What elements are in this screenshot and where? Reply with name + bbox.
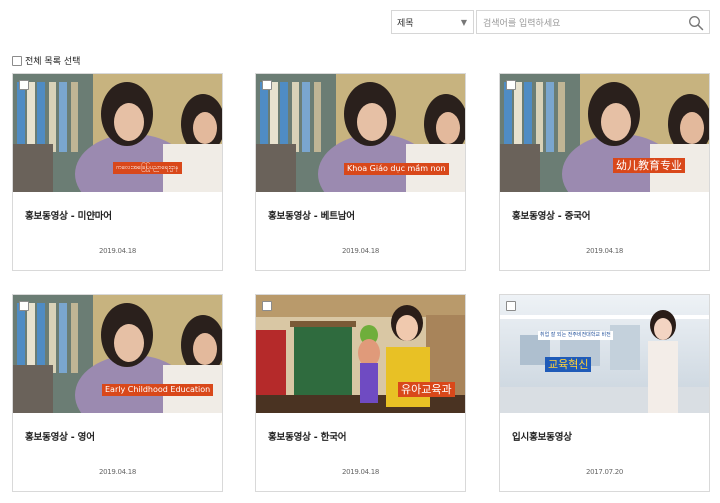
video-thumbnail[interactable]: ကလေးအခြေပြုပညာရေးဌာန <box>13 74 222 192</box>
video-card[interactable]: Early Childhood Education 홍보동영상 - 영어 201… <box>12 294 223 492</box>
item-checkbox[interactable] <box>506 301 516 311</box>
video-caption: ကလေးအခြေပြုပညာရေးဌာန <box>113 162 182 174</box>
checkbox-icon[interactable] <box>12 55 22 66</box>
video-thumbnail[interactable]: 幼儿教育专业 <box>500 74 709 192</box>
item-checkbox[interactable] <box>19 80 29 90</box>
video-caption: Khoa Giáo dục mầm non <box>344 163 449 175</box>
item-checkbox[interactable] <box>262 80 272 90</box>
video-caption: 교육혁신 <box>545 357 592 372</box>
item-checkbox[interactable] <box>506 80 516 90</box>
item-checkbox[interactable] <box>262 301 272 311</box>
card-title[interactable]: 입시홍보동영상 <box>512 429 572 443</box>
card-title[interactable]: 홍보동영상 - 베트남어 <box>268 208 355 222</box>
select-all-label: 전체 목록 선택 <box>25 57 81 67</box>
search-icon[interactable] <box>688 15 704 31</box>
card-title[interactable]: 홍보동영상 - 미얀마어 <box>25 208 112 222</box>
video-thumbnail[interactable]: Khoa Giáo dục mầm non <box>256 74 465 192</box>
video-card[interactable]: 幼儿教育专业 홍보동영상 - 중국어 2019.04.18 <box>499 73 710 271</box>
item-checkbox[interactable] <box>19 301 29 311</box>
video-card[interactable]: 유아교육과 홍보동영상 - 한국어 2019.04.18 <box>255 294 466 492</box>
search-field-select[interactable]: 제목 ▼ <box>391 10 474 34</box>
card-date: 2019.04.18 <box>341 468 380 476</box>
video-thumbnail[interactable]: Early Childhood Education <box>13 295 222 413</box>
video-card[interactable]: Khoa Giáo dục mầm non 홍보동영상 - 베트남어 2019.… <box>255 73 466 271</box>
video-caption: Early Childhood Education <box>102 384 214 396</box>
card-date: 2019.04.18 <box>98 468 137 476</box>
video-caption: 幼儿教育专业 <box>613 158 685 173</box>
video-card[interactable]: ကလေးအခြေပြုပညာရေးဌာန 홍보동영상 - 미얀마어 2019.0… <box>12 73 223 271</box>
card-title[interactable]: 홍보동영상 - 영어 <box>25 429 95 443</box>
search-field-select-value: 제목 <box>397 18 414 29</box>
search-bar: 제목 ▼ <box>391 10 710 35</box>
card-title[interactable]: 홍보동영상 - 한국어 <box>268 429 346 443</box>
select-all-checkbox[interactable]: 전체 목록 선택 <box>12 54 80 67</box>
search-input[interactable] <box>477 13 709 35</box>
chevron-down-icon: ▼ <box>460 17 467 27</box>
card-title[interactable]: 홍보동영상 - 중국어 <box>512 208 590 222</box>
search-box <box>476 10 710 35</box>
video-card[interactable]: 취업 잘 되는 전주비전대학교 비전 교육혁신 입시홍보동영상 2017.07.… <box>499 294 710 492</box>
video-tagline: 취업 잘 되는 전주비전대학교 비전 <box>538 331 613 340</box>
card-date: 2019.04.18 <box>585 247 624 255</box>
video-thumbnail[interactable]: 유아교육과 <box>256 295 465 413</box>
card-date: 2019.04.18 <box>341 247 380 255</box>
video-thumbnail[interactable]: 취업 잘 되는 전주비전대학교 비전 교육혁신 <box>500 295 709 413</box>
card-date: 2019.04.18 <box>98 247 137 255</box>
card-date: 2017.07.20 <box>585 468 624 476</box>
video-caption: 유아교육과 <box>398 382 455 397</box>
